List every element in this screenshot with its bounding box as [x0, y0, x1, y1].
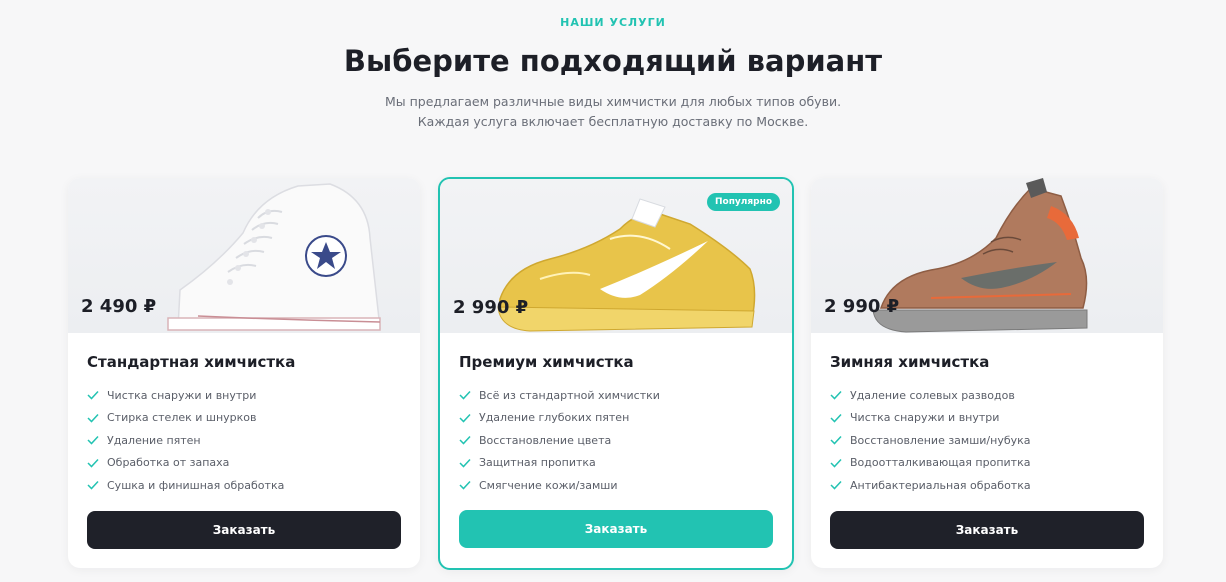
check-icon	[830, 391, 842, 400]
card-title: Зимняя химчистка	[830, 353, 990, 371]
check-icon	[87, 413, 99, 423]
check-icon	[87, 481, 99, 490]
check-icon	[87, 436, 99, 445]
feature-text: Чистка снаружи и внутри	[107, 388, 257, 402]
feature-text: Антибактериальная обработка	[850, 478, 1031, 492]
feature-item: Удаление глубоких пятен	[459, 407, 773, 430]
feature-item: Удаление пятен	[87, 429, 401, 452]
feature-text: Защитная пропитка	[479, 456, 596, 470]
check-icon	[459, 413, 471, 423]
feature-list: Удаление солевых разводов Чистка снаружи…	[830, 384, 1144, 497]
check-icon	[830, 481, 842, 490]
check-icon	[459, 436, 471, 445]
feature-text: Смягчение кожи/замши	[479, 478, 618, 492]
feature-text: Удаление глубоких пятен	[479, 411, 630, 425]
feature-item: Смягчение кожи/замши	[459, 474, 773, 497]
feature-item: Обработка от запаха	[87, 452, 401, 475]
feature-list: Чистка снаружи и внутри Стирка стелек и …	[87, 384, 401, 497]
order-button[interactable]: Заказать	[87, 511, 401, 549]
feature-item: Стирка стелек и шнурков	[87, 407, 401, 430]
card-title: Стандартная химчистка	[87, 353, 296, 371]
feature-text: Обработка от запаха	[107, 456, 230, 470]
feature-item: Защитная пропитка	[459, 452, 773, 475]
popular-badge: Популярно	[706, 193, 780, 211]
order-button[interactable]: Заказать	[459, 510, 773, 548]
feature-item: Всё из стандартной химчистки	[459, 384, 773, 407]
order-button[interactable]: Заказать	[830, 511, 1144, 549]
card-price: 2 990 ₽	[453, 297, 529, 318]
feature-text: Всё из стандартной химчистки	[479, 388, 660, 402]
card-image: 2 990 ₽	[811, 178, 1163, 333]
feature-text: Сушка и финишная обработка	[107, 478, 285, 492]
section-eyebrow: НАШИ УСЛУГИ	[560, 16, 666, 29]
feature-text: Удаление пятен	[107, 433, 201, 447]
check-icon	[459, 391, 471, 400]
card-price: 2 990 ₽	[824, 296, 900, 317]
feature-item: Удаление солевых разводов	[830, 384, 1144, 407]
service-card-standard: 2 490 ₽ Стандартная химчистка Чистка сна…	[68, 178, 420, 568]
check-icon	[459, 458, 471, 468]
check-icon	[830, 413, 842, 423]
feature-text: Восстановление цвета	[479, 433, 612, 447]
check-icon	[459, 481, 471, 490]
feature-item: Восстановление цвета	[459, 429, 773, 452]
feature-text: Восстановление замши/нубука	[850, 433, 1031, 447]
feature-item: Чистка снаружи и внутри	[830, 407, 1144, 430]
feature-item: Антибактериальная обработка	[830, 474, 1144, 497]
feature-item: Чистка снаружи и внутри	[87, 384, 401, 407]
feature-item: Восстановление замши/нубука	[830, 429, 1144, 452]
check-icon	[87, 391, 99, 400]
feature-list: Всё из стандартной химчистки Удаление гл…	[459, 384, 773, 497]
service-card-winter: 2 990 ₽ Зимняя химчистка Удаление солевы…	[811, 178, 1163, 568]
service-card-premium: Популярно 2 990 ₽ Премиум химчистка Всё …	[438, 177, 794, 570]
feature-item: Водоотталкивающая пропитка	[830, 452, 1144, 475]
card-price: 2 490 ₽	[81, 296, 157, 317]
check-icon	[87, 458, 99, 468]
feature-item: Сушка и финишная обработка	[87, 474, 401, 497]
feature-text: Водоотталкивающая пропитка	[850, 456, 1031, 470]
check-icon	[830, 458, 842, 468]
feature-text: Удаление солевых разводов	[850, 388, 1015, 402]
card-image: 2 490 ₽	[68, 178, 420, 333]
services-section: НАШИ УСЛУГИ Выберите подходящий вариант …	[0, 0, 1226, 582]
card-image: Популярно 2 990 ₽	[440, 179, 792, 333]
feature-text: Чистка снаружи и внутри	[850, 411, 1000, 425]
check-icon	[830, 436, 842, 445]
section-title: Выберите подходящий вариант	[343, 44, 883, 78]
section-subtitle: Мы предлагаем различные виды химчистки д…	[384, 94, 842, 129]
card-title: Премиум химчистка	[459, 353, 634, 371]
feature-text: Стирка стелек и шнурков	[107, 411, 257, 425]
